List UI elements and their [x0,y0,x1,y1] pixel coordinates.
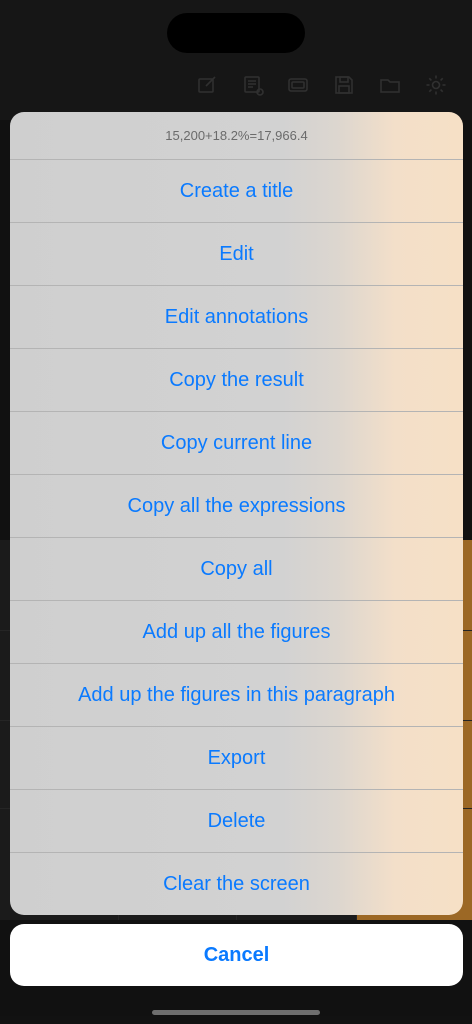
clear-screen-button[interactable]: Clear the screen [10,853,463,915]
action-sheet: 15,200+18.2%=17,966.4 Create a title Edi… [10,112,463,915]
copy-result-button[interactable]: Copy the result [10,349,463,412]
home-indicator[interactable] [152,1010,320,1015]
cancel-button[interactable]: Cancel [10,924,463,986]
add-up-paragraph-figures-button[interactable]: Add up the figures in this paragraph [10,664,463,727]
copy-current-line-button[interactable]: Copy current line [10,412,463,475]
copy-all-expressions-button[interactable]: Copy all the expressions [10,475,463,538]
add-up-all-figures-button[interactable]: Add up all the figures [10,601,463,664]
action-sheet-title: 15,200+18.2%=17,966.4 [10,112,463,160]
copy-all-button[interactable]: Copy all [10,538,463,601]
edit-annotations-button[interactable]: Edit annotations [10,286,463,349]
export-button[interactable]: Export [10,727,463,790]
create-title-button[interactable]: Create a title [10,160,463,223]
delete-button[interactable]: Delete [10,790,463,853]
edit-button[interactable]: Edit [10,223,463,286]
screen: 15,200+18.2%=17,966.4 Create a title Edi… [0,0,472,1024]
